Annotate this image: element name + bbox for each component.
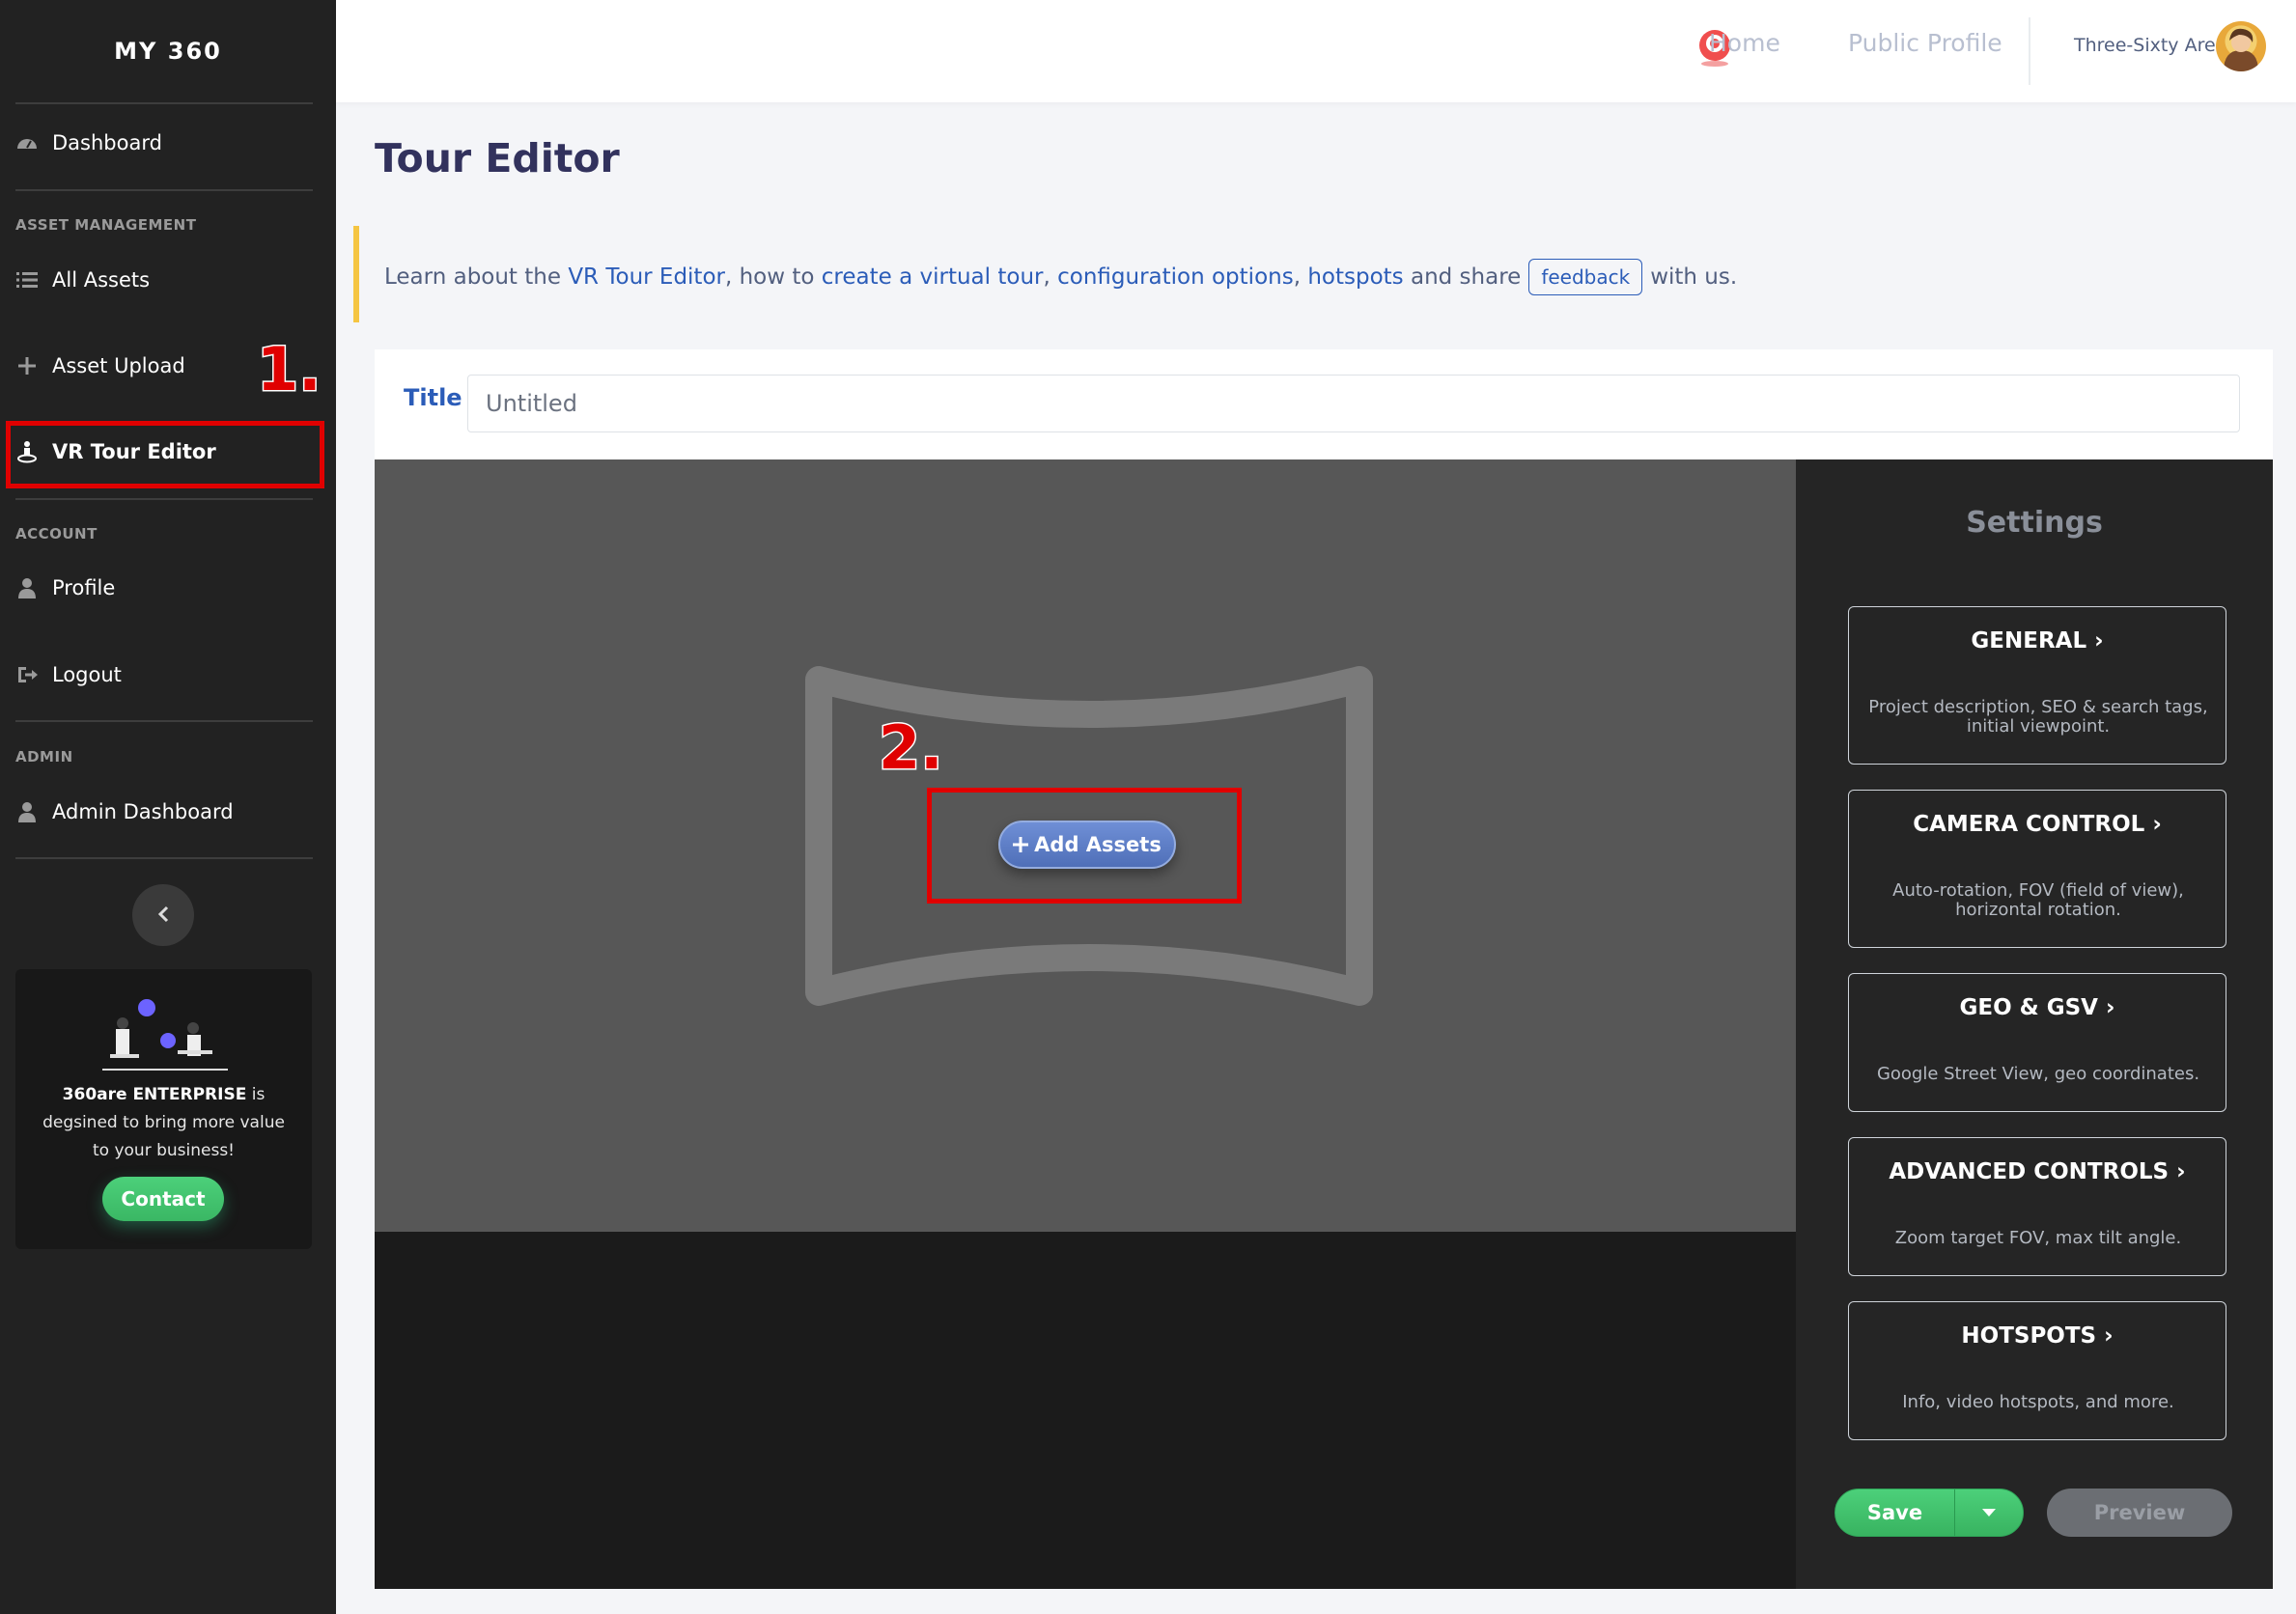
info-comma: , — [1043, 264, 1050, 290]
settings-card-description: Zoom target FOV, max tilt angle. — [1894, 1228, 2182, 1248]
user-name[interactable]: Three-Sixty Are — [2074, 35, 2216, 56]
link-vr-tour-editor[interactable]: VR Tour Editor — [568, 264, 725, 290]
sidebar-item-label: Profile — [52, 576, 116, 599]
nav-link-public-profile[interactable]: Public Profile — [1848, 29, 2002, 57]
sidebar-item-all-assets[interactable]: All Assets — [15, 268, 150, 292]
save-options-dropdown[interactable] — [1955, 1489, 2023, 1536]
chevron-right-icon: › — [2176, 1159, 2186, 1184]
settings-card-heading: GEO & GSV › — [1959, 995, 2115, 1020]
title-label: Title — [404, 384, 462, 411]
sidebar-item-label: Asset Upload — [52, 354, 185, 377]
section-label-asset-management: ASSET MANAGEMENT — [15, 216, 197, 234]
settings-card-description: Auto-rotation, FOV (field of view), hori… — [1892, 880, 2184, 920]
divider — [2029, 17, 2030, 85]
sidebar-item-label: Dashboard — [52, 131, 162, 154]
settings-panel: Settings GENERAL › Project description, … — [1796, 459, 2273, 1589]
settings-card-heading: HOTSPOTS › — [1961, 1323, 2114, 1349]
link-create-virtual-tour[interactable]: create a virtual tour — [822, 264, 1044, 290]
tour-editor-card: Title 2. Add Assets Settings GENERAL › P… — [375, 349, 2273, 1589]
sidebar-item-admin-dashboard[interactable]: Admin Dashboard — [15, 800, 234, 823]
logout-icon — [15, 663, 39, 686]
sidebar-item-dashboard[interactable]: Dashboard — [15, 131, 162, 154]
topbar: Home Public Profile Three-Sixty Are — [336, 0, 2296, 102]
settings-title: Settings — [1966, 506, 2103, 540]
divider — [15, 189, 313, 191]
user-icon — [15, 576, 39, 599]
list-icon — [15, 268, 39, 292]
settings-card-advanced-controls[interactable]: ADVANCED CONTROLS › Zoom target FOV, max… — [1848, 1137, 2226, 1276]
sidebar-item-label: Admin Dashboard — [52, 800, 234, 823]
link-hotspots[interactable]: hotspots — [1307, 264, 1403, 290]
info-banner: Learn about the VR Tour Editor, how to c… — [384, 259, 1737, 295]
collapse-sidebar-button[interactable] — [132, 884, 194, 946]
chevron-left-icon — [156, 901, 170, 930]
caret-down-icon — [1982, 1505, 1996, 1520]
chevron-right-icon: › — [2104, 1323, 2114, 1349]
divider — [15, 720, 313, 722]
preview-button[interactable]: Preview — [2047, 1489, 2232, 1537]
chevron-right-icon: › — [2094, 628, 2104, 654]
section-label-account: ACCOUNT — [15, 525, 98, 543]
sidebar-item-label: Logout — [52, 663, 122, 686]
panorama-viewer[interactable]: 2. Add Assets — [375, 459, 1796, 1232]
enterprise-promo: 360are ENTERPRISE is degsined to bring m… — [15, 969, 312, 1249]
avatar[interactable] — [2216, 21, 2266, 71]
info-text-suffix: with us. — [1650, 264, 1738, 290]
brand-logo[interactable]: MY 360 — [0, 0, 336, 102]
settings-card-general[interactable]: GENERAL › Project description, SEO & sea… — [1848, 606, 2226, 765]
info-comma: , — [1293, 264, 1302, 290]
settings-card-hotspots[interactable]: HOTSPOTS › Info, video hotspots, and mor… — [1848, 1301, 2226, 1440]
info-accent-bar — [353, 226, 359, 322]
link-configuration-options[interactable]: configuration options — [1057, 264, 1294, 290]
nav-link-home[interactable]: Home — [1709, 29, 1780, 57]
settings-card-heading: GENERAL › — [1971, 628, 2104, 654]
vr-icon — [15, 440, 39, 463]
divider — [15, 857, 313, 859]
section-label-admin: ADMIN — [15, 748, 73, 765]
chevron-right-icon: › — [2152, 812, 2162, 837]
dashboard-icon — [15, 131, 39, 154]
add-assets-button[interactable]: Add Assets — [998, 821, 1176, 869]
sidebar-item-vr-tour-editor[interactable]: VR Tour Editor — [15, 440, 216, 463]
chevron-right-icon: › — [2106, 995, 2115, 1020]
sidebar: MY 360 Dashboard ASSET MANAGEMENT All As… — [0, 0, 336, 1614]
contact-button[interactable]: Contact — [102, 1177, 224, 1221]
feedback-button[interactable]: feedback — [1528, 259, 1643, 295]
divider — [15, 498, 313, 500]
add-assets-label: Add Assets — [1034, 833, 1162, 856]
info-text-mid1: , how to — [724, 264, 815, 290]
sidebar-item-logout[interactable]: Logout — [15, 663, 122, 686]
settings-card-description: Project description, SEO & search tags, … — [1868, 697, 2208, 737]
sidebar-item-label: All Assets — [52, 268, 151, 292]
promo-text: 360are ENTERPRISE is degsined to bring m… — [35, 1081, 293, 1165]
settings-card-camera-control[interactable]: CAMERA CONTROL › Auto-rotation, FOV (fie… — [1848, 790, 2226, 948]
settings-card-heading: CAMERA CONTROL › — [1913, 812, 2162, 837]
info-text-mid2: and share — [1410, 264, 1522, 290]
sidebar-item-asset-upload[interactable]: Asset Upload — [15, 354, 185, 377]
settings-card-heading: ADVANCED CONTROLS › — [1889, 1159, 2186, 1184]
promo-illustration — [102, 999, 228, 1071]
sidebar-item-profile[interactable]: Profile — [15, 576, 115, 599]
promo-brand: 360are ENTERPRISE — [62, 1085, 247, 1104]
user-icon — [15, 800, 39, 823]
page-title: Tour Editor — [375, 135, 620, 181]
annotation-step-2: 2. — [878, 711, 945, 785]
asset-strip — [375, 1232, 1796, 1589]
settings-card-geo-gsv[interactable]: GEO & GSV › Google Street View, geo coor… — [1848, 973, 2226, 1112]
sidebar-item-label: VR Tour Editor — [52, 440, 216, 463]
save-button[interactable]: Save — [1835, 1489, 1955, 1536]
annotation-step-1: 1. — [256, 333, 323, 406]
plus-icon — [15, 354, 39, 377]
title-input[interactable] — [467, 375, 2240, 432]
save-button-group: Save — [1834, 1489, 2024, 1537]
divider — [15, 102, 313, 104]
settings-card-description: Google Street View, geo coordinates. — [1876, 1064, 2200, 1084]
plus-icon — [1013, 837, 1029, 852]
settings-card-description: Info, video hotspots, and more. — [1902, 1392, 2174, 1412]
info-text-prefix: Learn about the — [384, 264, 562, 290]
